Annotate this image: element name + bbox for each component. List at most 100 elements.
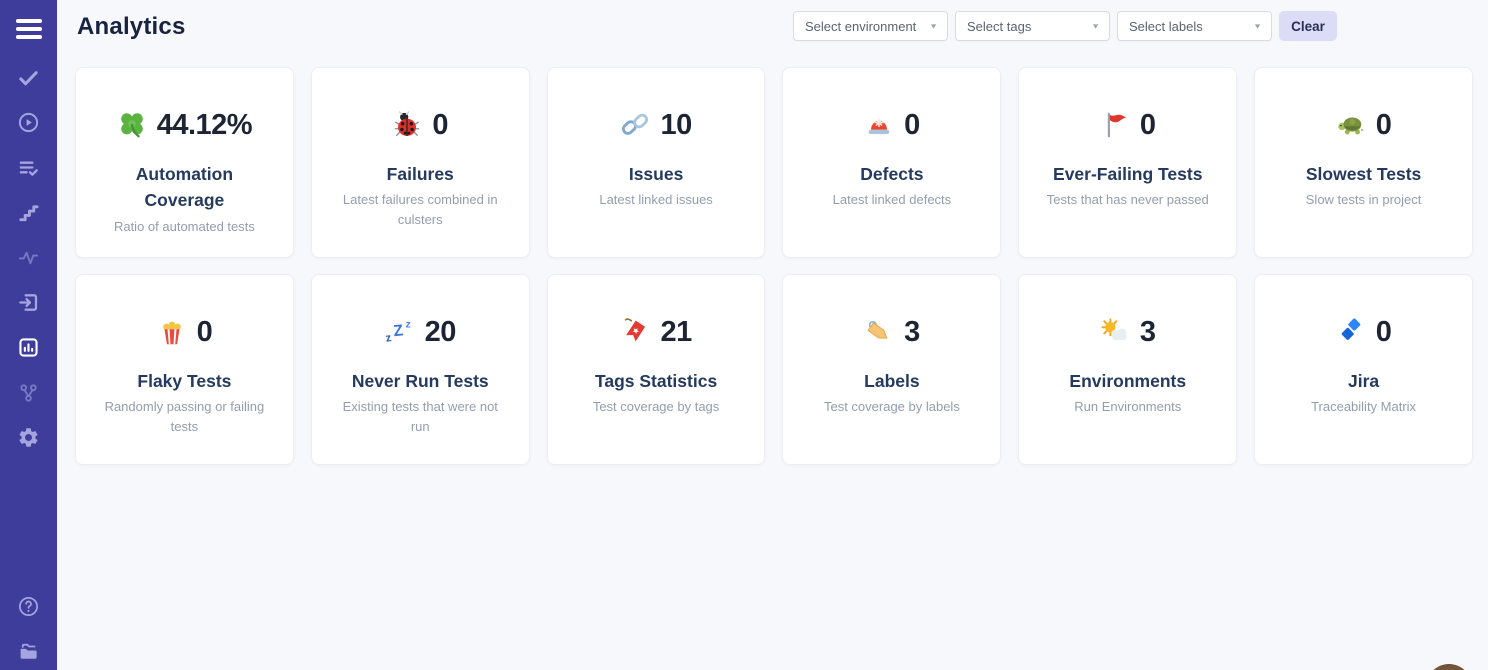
clover-icon xyxy=(117,110,147,140)
stat-card-description: Test coverage by labels xyxy=(797,397,986,417)
sidebar-item-check[interactable] xyxy=(0,57,57,102)
sidebar-item-sign-in[interactable] xyxy=(0,282,57,327)
stat-card-ever-failing-tests[interactable]: 0 Ever-Failing Tests Tests that has neve… xyxy=(1018,67,1237,258)
sidebar-item-list-check[interactable] xyxy=(0,147,57,192)
stairs-icon xyxy=(17,201,40,229)
stat-value: 0 xyxy=(1376,109,1392,142)
stat-card-issues[interactable]: 10 Issues Latest linked issues xyxy=(547,67,766,258)
stat-value: 0 xyxy=(1140,109,1156,142)
stat-card-title: Ever-Failing Tests xyxy=(1033,161,1222,187)
environment-select-placeholder: Select environment xyxy=(805,19,916,34)
stat-card-jira[interactable]: 0 Jira Traceability Matrix xyxy=(1254,274,1473,465)
sidebar-item-folders[interactable] xyxy=(0,631,57,670)
stat-card-automation-coverage[interactable]: 44.12% Automation Coverage Ratio of auto… xyxy=(75,67,294,258)
check-icon xyxy=(17,66,40,94)
stat-card-description: Ratio of automated tests xyxy=(90,217,279,237)
sidebar-nav-bottom xyxy=(0,586,57,670)
stat-value: 0 xyxy=(197,316,213,349)
list-check-icon xyxy=(17,156,40,184)
siren-icon xyxy=(864,110,894,140)
svg-text:z: z xyxy=(405,319,410,330)
stat-value: 10 xyxy=(660,109,691,142)
stat-card-description: Latest linked defects xyxy=(797,190,986,210)
stat-value: 44.12% xyxy=(157,109,252,142)
stat-value: 20 xyxy=(425,316,456,349)
stat-value: 0 xyxy=(904,109,920,142)
stat-card-title: Never Run Tests xyxy=(326,368,515,394)
labels-select-placeholder: Select labels xyxy=(1129,19,1203,34)
stat-card-failures[interactable]: 0 Failures Latest failures combined in c… xyxy=(311,67,530,258)
svg-text:z: z xyxy=(385,332,393,345)
popcorn-icon xyxy=(157,317,187,347)
stat-value: 3 xyxy=(1140,316,1156,349)
sidebar-item-branch[interactable] xyxy=(0,372,57,417)
stat-card-title: Labels xyxy=(797,368,986,394)
sidebar-item-help-circle[interactable] xyxy=(0,586,57,631)
stat-card-description: Tests that has never passed xyxy=(1033,190,1222,210)
stat-card-title: Flaky Tests xyxy=(90,368,279,394)
sidebar-item-play-circle[interactable] xyxy=(0,102,57,147)
topbar: Analytics Select environment ▼ Select ta… xyxy=(75,0,1473,60)
stat-card-flaky-tests[interactable]: 0 Flaky Tests Randomly passing or failin… xyxy=(75,274,294,465)
stat-card-title: Issues xyxy=(562,161,751,187)
jira-icon xyxy=(1336,317,1366,347)
red-flag-icon xyxy=(1100,110,1130,140)
environment-select[interactable]: Select environment ▼ xyxy=(793,11,948,41)
stat-value: 21 xyxy=(660,316,691,349)
bar-chart-icon xyxy=(17,336,40,364)
stat-card-description: Randomly passing or failing tests xyxy=(90,397,279,437)
filter-bar: Select environment ▼ Select tags ▼ Selec… xyxy=(793,11,1337,41)
labels-select[interactable]: Select labels ▼ xyxy=(1117,11,1272,41)
stat-card-description: Slow tests in project xyxy=(1269,190,1458,210)
stat-card-description: Traceability Matrix xyxy=(1269,397,1458,417)
stat-card-title: Jira xyxy=(1269,368,1458,394)
sidebar-item-gear[interactable] xyxy=(0,417,57,462)
ladybug-icon xyxy=(392,110,422,140)
stat-card-description: Run Environments xyxy=(1033,397,1222,417)
sidebar xyxy=(0,0,57,670)
stat-card-slowest-tests[interactable]: 0 Slowest Tests Slow tests in project xyxy=(1254,67,1473,258)
stat-card-description: Test coverage by tags xyxy=(562,397,751,417)
stat-card-title: Automation Coverage xyxy=(90,161,279,214)
stat-card-description: Latest failures combined in culsters xyxy=(326,190,515,230)
chevron-down-icon: ▼ xyxy=(929,22,938,30)
stat-value: 0 xyxy=(1376,316,1392,349)
svg-text:Z: Z xyxy=(392,322,404,340)
stat-card-never-run-tests[interactable]: zZz 20 Never Run Tests Existing tests th… xyxy=(311,274,530,465)
sidebar-item-stairs[interactable] xyxy=(0,192,57,237)
tags-select[interactable]: Select tags ▼ xyxy=(955,11,1110,41)
stat-card-tags-statistics[interactable]: 21 Tags Statistics Test coverage by tags xyxy=(547,274,766,465)
stats-grid: 44.12% Automation Coverage Ratio of auto… xyxy=(75,67,1473,465)
gear-icon xyxy=(17,426,40,454)
hamburger-icon xyxy=(16,19,42,23)
sidebar-item-bar-chart[interactable] xyxy=(0,327,57,372)
chevron-down-icon: ▼ xyxy=(1091,22,1100,30)
stat-value: 3 xyxy=(904,316,920,349)
hamburger-menu-button[interactable] xyxy=(0,0,57,57)
stat-card-title: Slowest Tests xyxy=(1269,161,1458,187)
chevron-down-icon: ▼ xyxy=(1253,22,1262,30)
sun-cloud-icon xyxy=(1100,317,1130,347)
stat-card-title: Failures xyxy=(326,161,515,187)
stat-card-defects[interactable]: 0 Defects Latest linked defects xyxy=(782,67,1001,258)
help-circle-icon xyxy=(17,595,40,623)
stat-value: 0 xyxy=(432,109,448,142)
pulse-icon xyxy=(17,246,40,274)
stat-card-title: Environments xyxy=(1033,368,1222,394)
tags-select-placeholder: Select tags xyxy=(967,19,1031,34)
stat-card-description: Latest linked issues xyxy=(562,190,751,210)
stat-card-labels[interactable]: 3 Labels Test coverage by labels xyxy=(782,274,1001,465)
stat-card-title: Tags Statistics xyxy=(562,368,751,394)
play-circle-icon xyxy=(17,111,40,139)
sign-in-icon xyxy=(17,291,40,319)
branch-icon xyxy=(17,381,40,409)
stat-card-environments[interactable]: 3 Environments Run Environments xyxy=(1018,274,1237,465)
clear-filters-button[interactable]: Clear xyxy=(1279,11,1337,41)
stat-card-description: Existing tests that were not run xyxy=(326,397,515,437)
sidebar-item-pulse[interactable] xyxy=(0,237,57,282)
sidebar-nav xyxy=(0,57,57,462)
folders-icon xyxy=(17,640,40,668)
main-content: Analytics Select environment ▼ Select ta… xyxy=(57,0,1488,670)
turtle-icon xyxy=(1336,110,1366,140)
stat-card-title: Defects xyxy=(797,161,986,187)
